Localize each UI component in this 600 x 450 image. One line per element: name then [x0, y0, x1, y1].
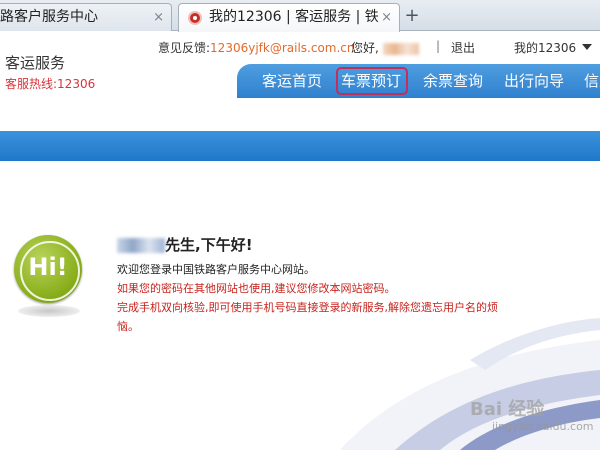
hello-label: 您好, [351, 41, 379, 55]
tab-close-icon[interactable]: × [381, 4, 392, 31]
username-blurred [117, 238, 165, 253]
hi-badge-text: Hi! [28, 253, 68, 281]
new-tab-button[interactable]: + [401, 6, 423, 28]
main-nav: 客运首页 车票预订 余票查询 出行向导 信息 [237, 64, 600, 98]
welcome-message: 欢迎您登录中国铁路客户服务中心网站。 [117, 263, 315, 276]
phone-verification-notice-cont: 恼。 [117, 320, 139, 333]
my-account-menu[interactable]: 我的12306 [514, 39, 576, 56]
feedback-label: 意见反馈: [158, 41, 211, 55]
watermark-url: jingyan.baidu.com [492, 420, 594, 433]
nav-item-info[interactable]: 信息 [584, 64, 600, 98]
browser-tab-customer-service[interactable]: 路客户服务中心 × [0, 3, 172, 31]
nav-item-travel-guide[interactable]: 出行向导 [504, 64, 564, 98]
feedback-link[interactable]: 意见反馈:12306yjfk@rails.com.cn [158, 39, 355, 56]
password-notice: 如果您的密码在其他网站也使用,建议您修改本网站密码。 [117, 282, 396, 295]
tab-close-icon[interactable]: × [153, 4, 164, 31]
chevron-down-icon[interactable] [582, 44, 592, 50]
greeting-suffix: 先生,下午好! [165, 236, 253, 254]
site-favicon-icon [188, 11, 202, 25]
watermark-text: Bai 经验 [470, 399, 545, 420]
header-separator: | [436, 39, 441, 53]
username-blurred [382, 42, 419, 55]
user-greeting: 您好, [351, 39, 419, 56]
feedback-email[interactable]: 12306yjfk@rails.com.cn [210, 41, 354, 55]
nav-item-ticket-query[interactable]: 余票查询 [423, 64, 483, 98]
badge-shadow [18, 305, 80, 317]
browser-tab-my12306[interactable]: 我的12306 | 客运服务 | 铁 × [178, 3, 400, 32]
nav-item-home[interactable]: 客运首页 [262, 64, 322, 98]
site-title[interactable]: 客运服务 [5, 52, 65, 73]
tab-title: 路客户服务中心 [0, 9, 98, 25]
greeting-heading: 先生,下午好! [117, 234, 253, 255]
blue-banner [0, 131, 600, 161]
service-hotline: 客服热线:12306 [5, 77, 96, 91]
browser-tab-strip: 路客户服务中心 × 我的12306 | 客运服务 | 铁 × + [0, 0, 600, 32]
tab-title: 我的12306 | 客运服务 | 铁 [209, 9, 379, 25]
highlight-annotation-box [336, 67, 408, 95]
logout-link[interactable]: 退出 [451, 39, 475, 56]
hi-badge-icon: Hi! [14, 235, 82, 303]
site-header: 客运服务 客服热线:12306 意见反馈:12306yjfk@rails.com… [0, 32, 600, 98]
